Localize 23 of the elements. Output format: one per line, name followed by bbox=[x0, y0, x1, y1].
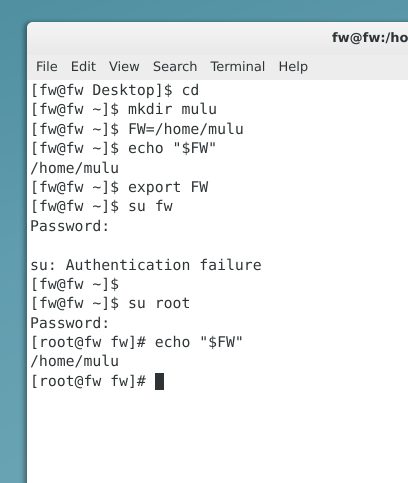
terminal-line: [root@fw fw]# echo "$FW" bbox=[30, 333, 244, 352]
menu-item[interactable]: File bbox=[30, 60, 64, 75]
terminal-line: Password: bbox=[30, 216, 110, 236]
window-title: fw@fw:/ho bbox=[332, 31, 408, 46]
terminal-line: [fw@fw ~]$ su root bbox=[30, 294, 190, 314]
menu-item[interactable]: Edit bbox=[64, 60, 102, 75]
terminal-line: [fw@fw ~]$ echo "$FW" bbox=[30, 139, 218, 159]
terminal-line: [fw@fw ~]$ mkdir mulu bbox=[30, 100, 218, 120]
text-cursor bbox=[154, 373, 164, 390]
terminal-line: [fw@fw Desktop]$ cd bbox=[30, 81, 200, 100]
terminal-line: /home/mulu bbox=[30, 352, 120, 372]
menu-item[interactable]: Help bbox=[272, 60, 314, 75]
menu-item[interactable]: Search bbox=[146, 60, 204, 75]
terminal-line: /home/mulu bbox=[30, 158, 120, 178]
terminal-line: [fw@fw ~]$ FW=/home/mulu bbox=[30, 120, 244, 140]
terminal-line: su: Authentication failure bbox=[30, 256, 262, 275]
menu-item[interactable]: Terminal bbox=[204, 60, 272, 75]
terminal-line: [fw@fw ~]$ bbox=[30, 274, 120, 294]
terminal-line: [root@fw fw]# bbox=[30, 372, 146, 392]
terminal-line: [fw@fw ~]$ su fw bbox=[30, 197, 173, 217]
menu-item[interactable]: View bbox=[102, 60, 146, 75]
terminal-line: Password: bbox=[30, 314, 110, 334]
terminal-line: [fw@fw ~]$ export FW bbox=[30, 178, 208, 198]
